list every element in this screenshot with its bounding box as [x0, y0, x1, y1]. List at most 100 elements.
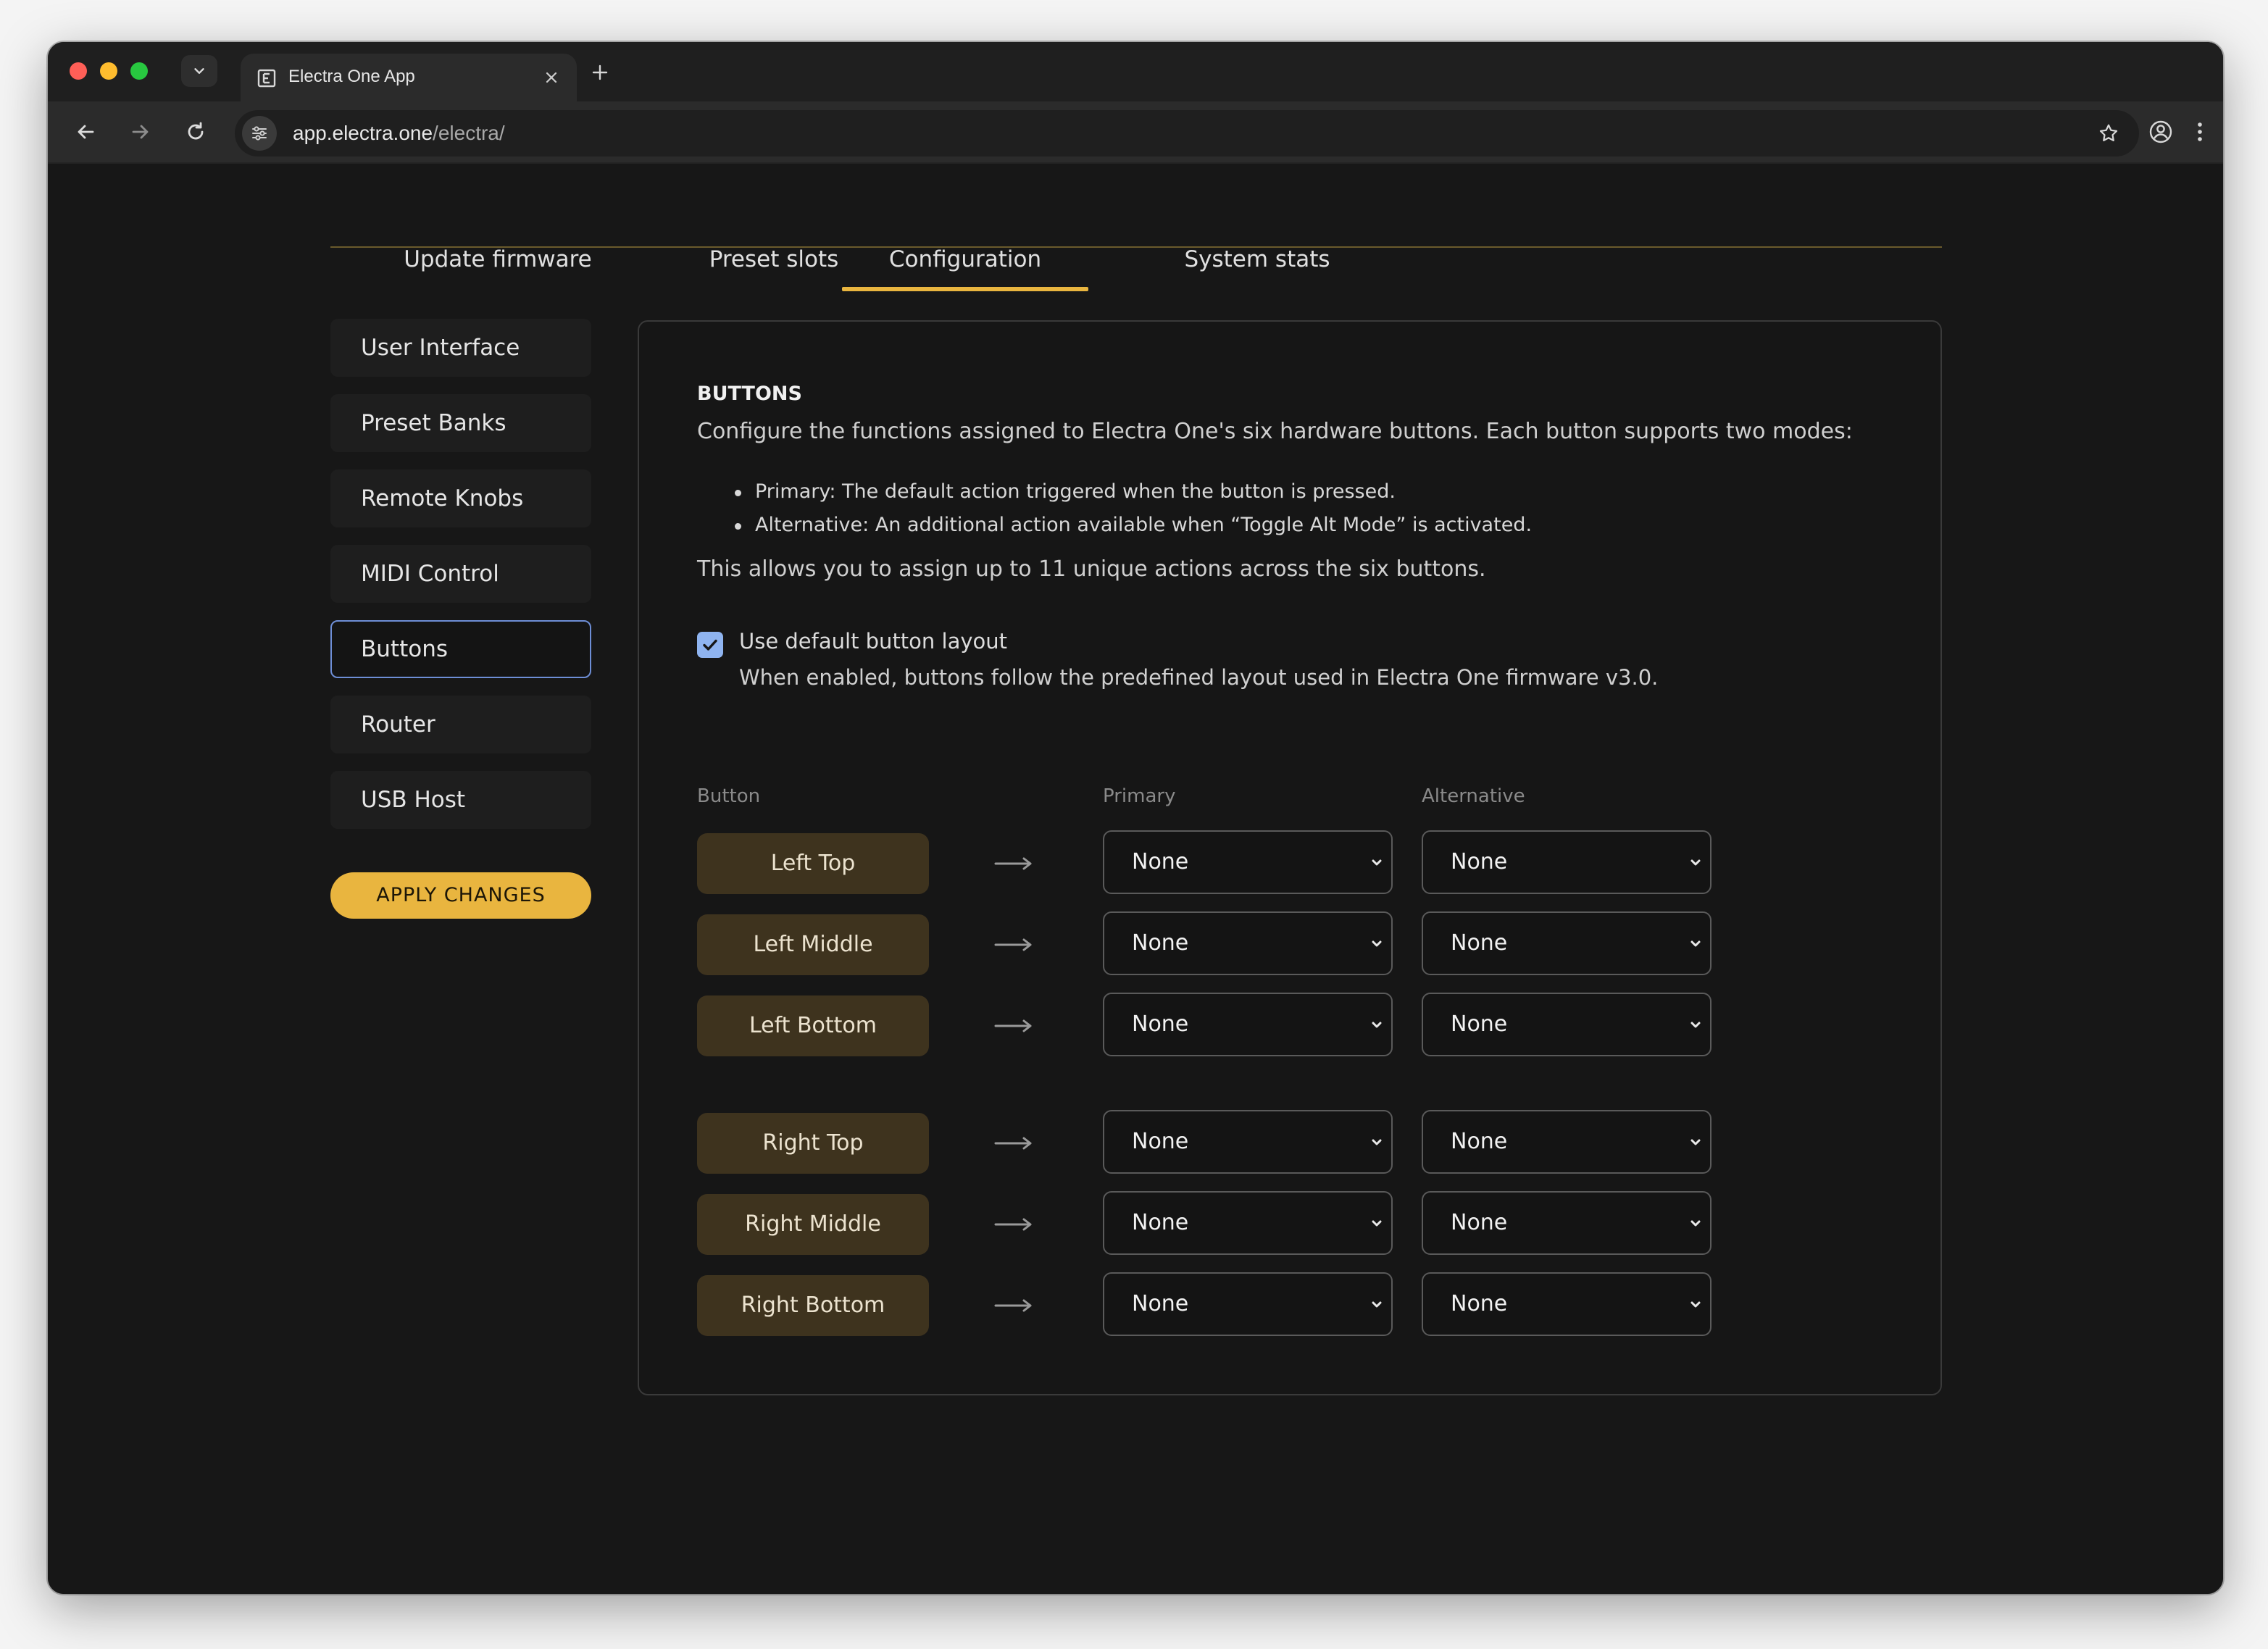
tab-system-stats[interactable]: System stats [1145, 246, 1369, 283]
forward-button[interactable] [125, 116, 157, 148]
tune-icon [252, 126, 267, 141]
alternative-action-select[interactable]: None [1422, 1110, 1712, 1174]
tab-update-firmware[interactable]: Update firmware [383, 246, 613, 283]
chevron-down-icon [1690, 1220, 1701, 1227]
chevron-down-icon [1690, 1139, 1701, 1145]
browser-toolbar: app.electra.one/electra/ [48, 101, 2223, 164]
button-row-right-top: Right Top None None [697, 1110, 1726, 1177]
arrow-left-icon [78, 125, 94, 139]
tab-label: Update firmware [404, 246, 592, 272]
select-value: None [1451, 1129, 1508, 1154]
hw-button-label: Right Top [697, 1113, 929, 1174]
tab-search-button[interactable] [181, 55, 217, 87]
button-row-left-top: Left Top None None [697, 830, 1726, 897]
select-value: None [1451, 1011, 1508, 1037]
chevron-down-icon [1690, 859, 1701, 866]
default-layout-label[interactable]: Use default button layout [739, 629, 1007, 654]
browser-tab[interactable]: Electra One App [241, 54, 577, 101]
sidebar-item-remote-knobs[interactable]: Remote Knobs [330, 469, 591, 527]
sidebar-item-buttons[interactable]: Buttons [330, 620, 591, 678]
tab-configuration[interactable]: Configuration [842, 246, 1088, 291]
sidebar-item-usb-host[interactable]: USB Host [330, 771, 591, 829]
button-row-right-bottom: Right Bottom None None [697, 1272, 1726, 1339]
default-layout-help: When enabled, buttons follow the predefi… [739, 665, 1659, 690]
column-header-button: Button [697, 785, 761, 807]
section-title: BUTTONS [697, 383, 802, 405]
main-tabs [330, 165, 1942, 248]
chevron-down-icon [194, 68, 204, 74]
alternative-action-select[interactable]: None [1422, 993, 1712, 1056]
profile-button[interactable] [2145, 116, 2177, 148]
sidebar-item-user-interface[interactable]: User Interface [330, 319, 591, 377]
hw-button-label: Left Top [697, 833, 929, 894]
primary-action-select[interactable]: None [1103, 911, 1393, 975]
page-content: Update firmware Preset slots Configurati… [48, 165, 2223, 1594]
section-summary: This allows you to assign up to 11 uniqu… [697, 556, 1486, 582]
more-vertical-icon [2198, 122, 2202, 141]
primary-action-select[interactable]: None [1103, 1110, 1393, 1174]
tab-title: Electra One App [288, 67, 415, 86]
browser-menu-button[interactable] [2185, 116, 2214, 148]
select-value: None [1132, 1011, 1189, 1037]
column-header-primary: Primary [1103, 785, 1176, 807]
chevron-down-icon [1372, 1139, 1382, 1145]
close-window-button[interactable] [70, 62, 87, 80]
tab-close-button[interactable] [541, 67, 562, 88]
hw-button-label: Right Middle [697, 1194, 929, 1255]
back-button[interactable] [70, 116, 101, 148]
alternative-action-select[interactable]: None [1422, 1272, 1712, 1336]
maximize-window-button[interactable] [130, 62, 148, 80]
select-value: None [1451, 1291, 1508, 1316]
mode-list: Primary: The default action triggered wh… [697, 475, 1532, 542]
electra-favicon-icon [257, 69, 276, 88]
chevron-down-icon [1372, 1220, 1382, 1227]
select-value: None [1132, 1291, 1189, 1316]
hw-button-label: Left Bottom [697, 995, 929, 1056]
chevron-down-icon [1690, 940, 1701, 947]
section-description: Configure the functions assigned to Elec… [697, 419, 1853, 444]
alternative-action-select[interactable]: None [1422, 911, 1712, 975]
primary-action-select[interactable]: None [1103, 1191, 1393, 1255]
checkmark-icon [703, 639, 717, 651]
site-info-button[interactable] [242, 116, 277, 151]
sidebar-item-preset-banks[interactable]: Preset Banks [330, 394, 591, 452]
primary-action-select[interactable]: None [1103, 1272, 1393, 1336]
button-row-left-middle: Left Middle None None [697, 911, 1726, 978]
browser-window: Electra One App app.electra.one/electra/ [48, 42, 2223, 1594]
url-text: app.electra.one/electra/ [293, 122, 505, 145]
list-item: Alternative: An additional action availa… [697, 509, 1532, 542]
address-bar[interactable]: app.electra.one/electra/ [235, 110, 2139, 156]
tab-label: Configuration [888, 246, 1042, 272]
tab-label: System stats [1184, 246, 1330, 272]
sidebar-item-midi-control[interactable]: MIDI Control [330, 545, 591, 603]
alternative-action-select[interactable]: None [1422, 830, 1712, 894]
minimize-window-button[interactable] [100, 62, 117, 80]
default-layout-checkbox[interactable] [697, 632, 723, 658]
select-value: None [1451, 930, 1508, 956]
column-header-alternative: Alternative [1422, 785, 1525, 807]
select-value: None [1451, 1210, 1508, 1235]
alternative-action-select[interactable]: None [1422, 1191, 1712, 1255]
chevron-down-icon [1372, 940, 1382, 947]
arrow-right-icon [994, 930, 1033, 959]
sidebar-item-router[interactable]: Router [330, 696, 591, 753]
title-bar: Electra One App [48, 42, 2223, 101]
select-value: None [1132, 849, 1189, 874]
new-tab-button[interactable] [585, 58, 614, 87]
reload-button[interactable] [180, 116, 212, 148]
bookmark-button[interactable] [2096, 120, 2122, 146]
chevron-down-icon [1372, 1301, 1382, 1308]
tab-label: Preset slots [709, 246, 839, 272]
primary-action-select[interactable]: None [1103, 993, 1393, 1056]
plus-icon [592, 64, 608, 80]
url-host: app.electra.one [293, 122, 433, 144]
arrow-right-icon [994, 1210, 1033, 1239]
primary-action-select[interactable]: None [1103, 830, 1393, 894]
button-row-right-middle: Right Middle None None [697, 1191, 1726, 1258]
select-value: None [1132, 930, 1189, 956]
chevron-down-icon [1372, 859, 1382, 866]
arrow-right-icon [994, 849, 1033, 878]
list-item: Primary: The default action triggered wh… [697, 475, 1532, 509]
select-value: None [1451, 849, 1508, 874]
apply-changes-button[interactable]: APPLY CHANGES [330, 872, 591, 919]
